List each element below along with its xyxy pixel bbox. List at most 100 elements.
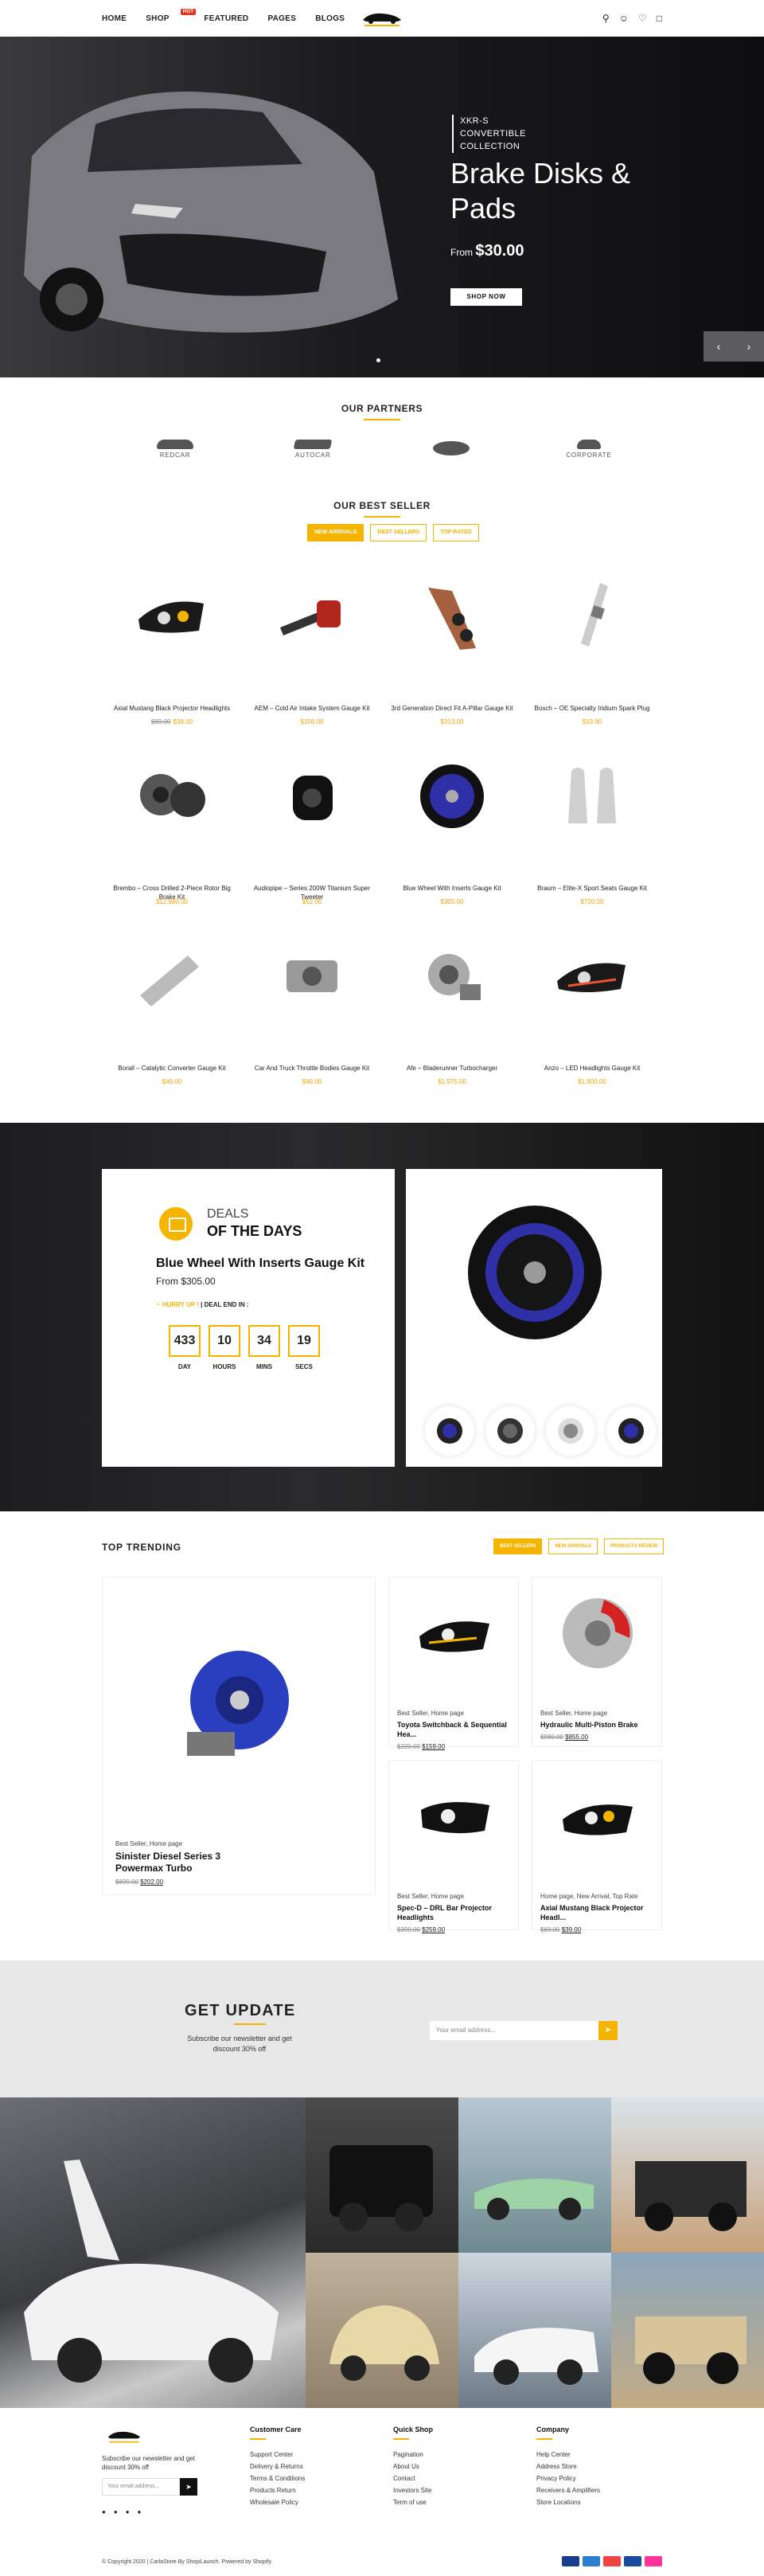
twitter-icon[interactable]: ● (102, 2508, 106, 2515)
trending-card[interactable]: Best Seller, Home page Hydraulic Multi-Pi… (532, 1577, 662, 1747)
product-card[interactable]: Borall – Catalytic Converter Gauge Kit $4… (102, 932, 242, 1102)
gallery-image[interactable] (306, 2097, 458, 2253)
product-title[interactable]: Axial Mustang Black Projector Headl... (540, 1903, 661, 1922)
featured-product-card[interactable]: Best Seller, Home page Sinister Diesel S… (102, 1577, 376, 1895)
product-card[interactable]: Axial Mustang Black Projector Headlights… (102, 572, 242, 742)
product-name[interactable]: Afe – Bladerunner Turbocharger (385, 1064, 519, 1073)
product-card[interactable]: Afe – Bladerunner Turbocharger $1,975.00 (382, 932, 522, 1102)
footer-link[interactable]: Delivery & Returns (250, 2463, 305, 2470)
footer-link[interactable]: Products Return (250, 2487, 305, 2494)
nav-home[interactable]: HOME (102, 14, 127, 23)
thumb[interactable] (546, 1406, 595, 1456)
product-card[interactable]: Anzo – LED Headlights Gauge Kit $1,800.00 (522, 932, 662, 1102)
footer-link[interactable]: Wholesale Policy (250, 2499, 305, 2506)
footer-email-input[interactable]: Your email address... (102, 2478, 180, 2496)
tab-new-arrivals[interactable]: NEW ARRIVALS (307, 524, 364, 541)
partner-logo[interactable]: AUTOCAR (281, 436, 345, 462)
partner-logo[interactable]: CORPORATE (557, 436, 621, 462)
gallery-image[interactable] (458, 2253, 611, 2408)
prev-arrow-icon[interactable]: ‹ (704, 331, 734, 362)
amex-icon (583, 2556, 600, 2566)
paypal-icon (624, 2556, 641, 2566)
thumb[interactable] (485, 1406, 535, 1456)
product-name[interactable]: Borall – Catalytic Converter Gauge Kit (105, 1064, 239, 1073)
thumb[interactable] (606, 1406, 656, 1456)
footer-link[interactable]: Investors Site (393, 2487, 433, 2494)
youtube-icon[interactable]: ● (126, 2508, 130, 2515)
footer-link[interactable]: Store Locations (536, 2499, 600, 2506)
product-card[interactable]: Bosch – OE Specialty Iridium Spark Plug $… (522, 572, 662, 742)
gallery-image[interactable] (458, 2097, 611, 2253)
product-name[interactable]: Anzo – LED Headlights Gauge Kit (525, 1064, 659, 1073)
partner-logo[interactable] (419, 436, 483, 462)
product-price: $1,800.00 (522, 1078, 662, 1085)
hero-title: Brake Disks & Pads (450, 157, 631, 225)
trending-card[interactable]: Best Seller, Home page Spec-D – DRL Bar P… (388, 1760, 519, 1933)
newsletter-email-input[interactable]: Your email address... (430, 2021, 598, 2040)
product-card[interactable]: Audiopipe – Series 200W Titanium Super T… (242, 752, 382, 922)
product-card[interactable]: Car And Truck Throttle Bodies Gauge Kit $… (242, 932, 382, 1102)
product-name[interactable]: Bosch – OE Specialty Iridium Spark Plug (525, 704, 659, 713)
nav-featured[interactable]: FEATURED (204, 14, 248, 23)
partner-logo[interactable]: REDCAR (143, 436, 207, 462)
footer-link[interactable]: Address Store (536, 2463, 600, 2470)
tab-best-sellers[interactable]: BEST SELLERS (493, 1538, 543, 1554)
footer-link[interactable]: Support Center (250, 2451, 305, 2458)
next-arrow-icon[interactable]: › (734, 331, 764, 362)
product-card[interactable]: AEM – Cold Air Intake System Gauge Kit $1… (242, 572, 382, 742)
wheel-icon (437, 1418, 462, 1444)
product-card[interactable]: Blue Wheel With Inserts Gauge Kit $305.00 (382, 752, 522, 922)
deal-product-name[interactable]: Blue Wheel With Inserts Gauge Kit (156, 1257, 364, 1271)
product-name[interactable]: Axial Mustang Black Projector Headlights (105, 704, 239, 713)
product-title[interactable]: Hydraulic Multi-Piston Brake (540, 1720, 638, 1730)
gallery-image[interactable] (611, 2097, 764, 2253)
user-icon[interactable]: ☺ (619, 13, 629, 24)
footer-link[interactable]: About Us (393, 2463, 433, 2470)
send-icon[interactable]: ➤ (598, 2021, 618, 2040)
nav-blogs[interactable]: BLOGS (315, 14, 345, 23)
wishlist-icon[interactable]: ♡ (638, 13, 647, 24)
thumb[interactable] (425, 1406, 474, 1456)
send-icon[interactable]: ➤ (180, 2478, 197, 2496)
product-name[interactable]: Blue Wheel With Inserts Gauge Kit (385, 884, 519, 893)
instagram-icon[interactable]: ● (138, 2508, 142, 2515)
price: $49.00 (162, 1078, 182, 1085)
footer-link[interactable]: Privacy Policy (536, 2475, 600, 2482)
product-name[interactable]: 3rd Generation Direct Fit A-Pillar Gauge… (385, 704, 519, 713)
footer-link[interactable]: Help Center (536, 2451, 600, 2458)
search-icon[interactable]: ⚲ (602, 13, 610, 24)
product-card[interactable]: Braum – Elite-X Sport Seats Gauge Kit $72… (522, 752, 662, 922)
tab-top-rated[interactable]: TOP RATED (433, 524, 479, 541)
product-title[interactable]: Spec-D – DRL Bar Projector Headlights (397, 1903, 518, 1922)
shop-now-button[interactable]: SHOP NOW (450, 288, 522, 306)
footer-link[interactable]: Terms & Conditions (250, 2475, 305, 2482)
tab-products-review[interactable]: PRODUCTS REVIEW (604, 1538, 665, 1554)
nav-shop[interactable]: SHOP HOT (146, 9, 197, 23)
product-title[interactable]: Sinister Diesel Series 3 Powermax Turbo (115, 1851, 243, 1874)
footer-logo[interactable] (102, 2427, 146, 2445)
tab-best-sellers[interactable]: BEST SELLERS (370, 524, 427, 541)
tab-new-arrivals[interactable]: NEW ARRIVALS (548, 1538, 598, 1554)
product-name[interactable]: Braum – Elite-X Sport Seats Gauge Kit (525, 884, 659, 893)
product-name[interactable]: Car And Truck Throttle Bodies Gauge Kit (245, 1064, 379, 1073)
trending-card[interactable]: Home page, New Arrival, Top Rate Axial Mu… (532, 1760, 662, 1933)
footer-link[interactable]: Pagination (393, 2451, 433, 2458)
facebook-icon[interactable]: ● (114, 2508, 118, 2515)
gallery-image[interactable] (0, 2097, 306, 2408)
gallery-image[interactable] (306, 2253, 458, 2408)
footer-link[interactable]: Term of use (393, 2499, 433, 2506)
footer-link[interactable]: Contact (393, 2475, 433, 2482)
old-price: $69.00 (540, 1926, 560, 1933)
card-info: Best Seller, Home page Hydraulic Multi-Pi… (540, 1710, 638, 1741)
site-logo[interactable] (358, 8, 406, 29)
gallery-image[interactable] (611, 2253, 764, 2408)
footer-link[interactable]: Receivers & Amplifiers (536, 2487, 600, 2494)
product-card[interactable]: 3rd Generation Direct Fit A-Pillar Gauge… (382, 572, 522, 742)
product-card[interactable]: Brembo – Cross Drilled 2-Piece Rotor Big… (102, 752, 242, 922)
product-name[interactable]: AEM – Cold Air Intake System Gauge Kit (245, 704, 379, 713)
cart-icon[interactable]: □ (657, 13, 662, 24)
product-title[interactable]: Toyota Switchback & Sequential Hea... (397, 1720, 518, 1739)
slider-dot[interactable] (376, 358, 380, 362)
nav-pages[interactable]: PAGES (267, 14, 296, 23)
trending-card[interactable]: Best Seller, Home page Toyota Switchback … (388, 1577, 519, 1750)
